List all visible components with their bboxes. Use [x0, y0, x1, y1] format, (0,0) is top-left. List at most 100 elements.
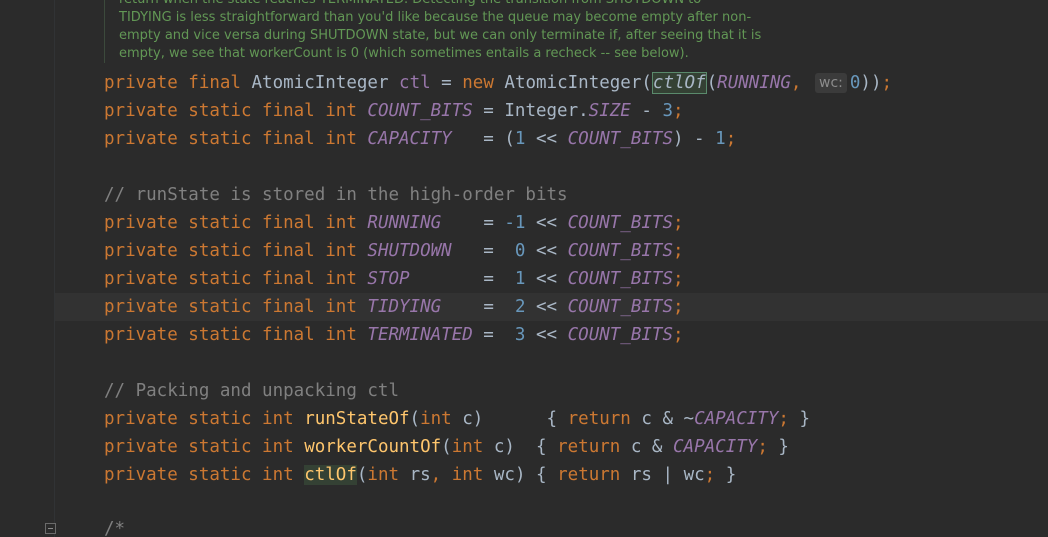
semicolon: ; [672, 325, 684, 345]
operator: = [472, 325, 515, 345]
number: 1 [514, 129, 526, 149]
code-line-runstateof[interactable]: private static int runStateOf(int c) { r… [104, 405, 810, 433]
javadoc-comment: return when the state reaches TERMINATED… [104, 0, 779, 63]
constructor: AtomicInteger( [504, 73, 652, 93]
operator: - [630, 101, 663, 121]
constant-name: TERMINATED [367, 325, 473, 345]
code-line-comment[interactable]: // runState is stored in the high-order … [104, 181, 568, 209]
code-line-ctlof[interactable]: private static int ctlOf(int rs, int wc)… [104, 461, 736, 489]
operator: << [525, 129, 568, 149]
number: -1 [504, 213, 526, 233]
param-name: c [493, 437, 505, 457]
keyword: private static final int [104, 101, 368, 121]
operator: << [525, 325, 568, 345]
operator: = [441, 213, 505, 233]
constant-ref: COUNT_BITS [567, 129, 673, 149]
operator: = [441, 297, 515, 317]
constant-ref: COUNT_BITS [567, 269, 673, 289]
code-line-ctl[interactable]: private final AtomicInteger ctl = new At… [104, 69, 892, 97]
brace: ) { [472, 409, 568, 429]
keyword: new [462, 73, 505, 93]
code-line-shutdown[interactable]: private static final int SHUTDOWN = 0 <<… [104, 237, 684, 265]
keyword: return [567, 409, 642, 429]
fold-icon[interactable] [45, 523, 56, 534]
constant-name: COUNT_BITS [367, 101, 473, 121]
operator: << [525, 269, 568, 289]
number: 2 [514, 297, 526, 317]
paren: )) [860, 73, 882, 93]
operator: = ( [451, 129, 515, 149]
semicolon: ; [704, 465, 716, 485]
semicolon: ; [672, 269, 684, 289]
operator: << [525, 241, 568, 261]
keyword: private final [104, 73, 252, 93]
brace: ) { [504, 437, 558, 457]
semicolon: ; [757, 437, 768, 457]
number: 3 [662, 101, 673, 121]
operator: ) - [672, 129, 716, 149]
operator: = [430, 73, 463, 93]
keyword: private static final int [104, 297, 368, 317]
keyword: int [451, 465, 494, 485]
code-line-workercountof[interactable]: private static int workerCountOf(int c) … [104, 433, 789, 461]
code-line-count-bits[interactable]: private static final int COUNT_BITS = In… [104, 97, 684, 125]
paren: ( [706, 73, 718, 93]
code-line-running[interactable]: private static final int RUNNING = -1 <<… [104, 209, 684, 237]
number: 1 [715, 129, 726, 149]
expression: c & ~ [641, 409, 695, 429]
operator: = [451, 241, 515, 261]
code-line-terminated[interactable]: private static final int TERMINATED = 3 … [104, 321, 684, 349]
number: 3 [514, 325, 526, 345]
constant-ref: CAPACITY [694, 409, 779, 429]
operator: << [525, 213, 568, 233]
brace: } [767, 437, 789, 457]
doc-comment-line: empty, we see that workerCount is 0 (whi… [119, 46, 689, 61]
code-editor[interactable]: return when the state reaches TERMINATED… [0, 0, 1048, 537]
keyword: int [420, 409, 463, 429]
comma: , [430, 465, 452, 485]
method-call-highlighted[interactable]: ctlOf [651, 72, 707, 94]
constant-ref: COUNT_BITS [567, 241, 673, 261]
semicolon: ; [672, 213, 684, 233]
comma: , [790, 73, 812, 93]
paren: ( [409, 409, 421, 429]
keyword: return [557, 465, 631, 485]
param-name: rs [409, 465, 431, 485]
code-line-stop[interactable]: private static final int STOP = 1 << COU… [104, 265, 684, 293]
code-line-comment[interactable]: // Packing and unpacking ctl [104, 377, 399, 405]
doc-comment-line: return when the state reaches TERMINATED… [119, 0, 779, 9]
param-name: wc [493, 465, 515, 485]
keyword: private static int [104, 437, 305, 457]
semicolon: ; [673, 297, 684, 317]
method-name: runStateOf [304, 409, 410, 429]
paren: ( [356, 465, 368, 485]
constant-ref: CAPACITY [673, 437, 758, 457]
keyword: private static int [104, 409, 305, 429]
constant-name: CAPACITY [367, 129, 452, 149]
editor-gutter [0, 0, 56, 537]
code-line-capacity[interactable]: private static final int CAPACITY = (1 <… [104, 125, 736, 153]
code-line-comment[interactable]: /* [104, 515, 125, 537]
constant-ref: COUNT_BITS [567, 213, 673, 233]
doc-comment-line: empty and vice versa during SHUTDOWN sta… [119, 28, 762, 43]
constant-name: STOP [367, 269, 410, 289]
brace: ) { [514, 465, 558, 485]
operator: = Integer. [472, 101, 589, 121]
doc-comment-line: TIDYING is less straightforward than you… [119, 10, 752, 25]
keyword: int [367, 465, 410, 485]
method-name-highlighted[interactable]: ctlOf [304, 465, 357, 485]
semicolon: ; [672, 101, 684, 121]
expression: rs | wc [630, 465, 705, 485]
number: 0 [514, 241, 526, 261]
method-name: workerCountOf [304, 437, 442, 457]
keyword: int [451, 437, 494, 457]
brace: } [715, 465, 737, 485]
code-line-tidying[interactable]: private static final int TIDYING = 2 << … [104, 293, 684, 321]
keyword: private static final int [104, 213, 368, 233]
constant-name: SHUTDOWN [367, 241, 452, 261]
semicolon: ; [881, 73, 893, 93]
semicolon: ; [672, 241, 684, 261]
parameter-hint: wc: [815, 73, 847, 93]
constant-name: TIDYING [367, 297, 442, 317]
keyword: private static final int [104, 325, 368, 345]
